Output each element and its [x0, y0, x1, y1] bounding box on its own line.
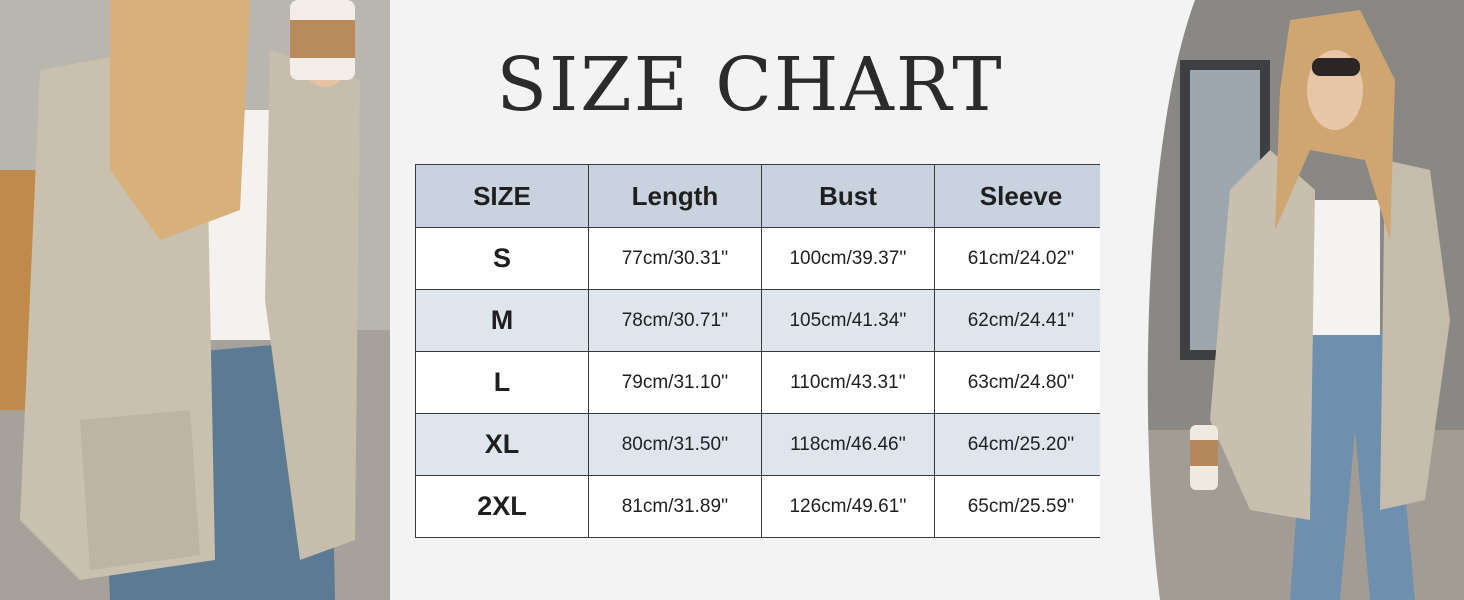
table-row: M 78cm/30.71'' 105cm/41.34'' 62cm/24.41'… — [415, 289, 1108, 352]
product-photo-left — [0, 0, 390, 600]
curved-divider — [1100, 0, 1195, 600]
sleeve-cell: 61cm/24.02'' — [934, 227, 1108, 290]
bust-cell: 118cm/46.46'' — [761, 413, 935, 476]
bust-cell: 100cm/39.37'' — [761, 227, 935, 290]
size-chart-title: SIZE CHART — [496, 42, 1004, 128]
bust-cell: 110cm/43.31'' — [761, 351, 935, 414]
length-cell: 77cm/30.31'' — [588, 227, 762, 290]
length-cell: 79cm/31.10'' — [588, 351, 762, 414]
bust-cell: 126cm/49.61'' — [761, 475, 935, 538]
header-bust: Bust — [761, 164, 935, 228]
size-cell: L — [415, 351, 589, 414]
model-illustration-left — [0, 0, 390, 600]
header-sleeve: Sleeve — [934, 164, 1108, 228]
sleeve-cell: 63cm/24.80'' — [934, 351, 1108, 414]
size-cell: M — [415, 289, 589, 352]
header-size: SIZE — [415, 164, 589, 228]
table-row: L 79cm/31.10'' 110cm/43.31'' 63cm/24.80'… — [415, 351, 1108, 414]
length-cell: 78cm/30.71'' — [588, 289, 762, 352]
header-length: Length — [588, 164, 762, 228]
length-cell: 81cm/31.89'' — [588, 475, 762, 538]
table-row: 2XL 81cm/31.89'' 126cm/49.61'' 65cm/25.5… — [415, 475, 1108, 538]
size-cell: 2XL — [415, 475, 589, 538]
sleeve-cell: 62cm/24.41'' — [934, 289, 1108, 352]
table-row: XL 80cm/31.50'' 118cm/46.46'' 64cm/25.20… — [415, 413, 1108, 476]
sleeve-cell: 64cm/25.20'' — [934, 413, 1108, 476]
size-cell: XL — [415, 413, 589, 476]
length-cell: 80cm/31.50'' — [588, 413, 762, 476]
bust-cell: 105cm/41.34'' — [761, 289, 935, 352]
sleeve-cell: 65cm/25.59'' — [934, 475, 1108, 538]
table-header-row: SIZE Length Bust Sleeve — [415, 164, 1108, 228]
table-row: S 77cm/30.31'' 100cm/39.37'' 61cm/24.02'… — [415, 227, 1108, 290]
size-table: SIZE Length Bust Sleeve S 77cm/30.31'' 1… — [415, 164, 1108, 538]
size-cell: S — [415, 227, 589, 290]
